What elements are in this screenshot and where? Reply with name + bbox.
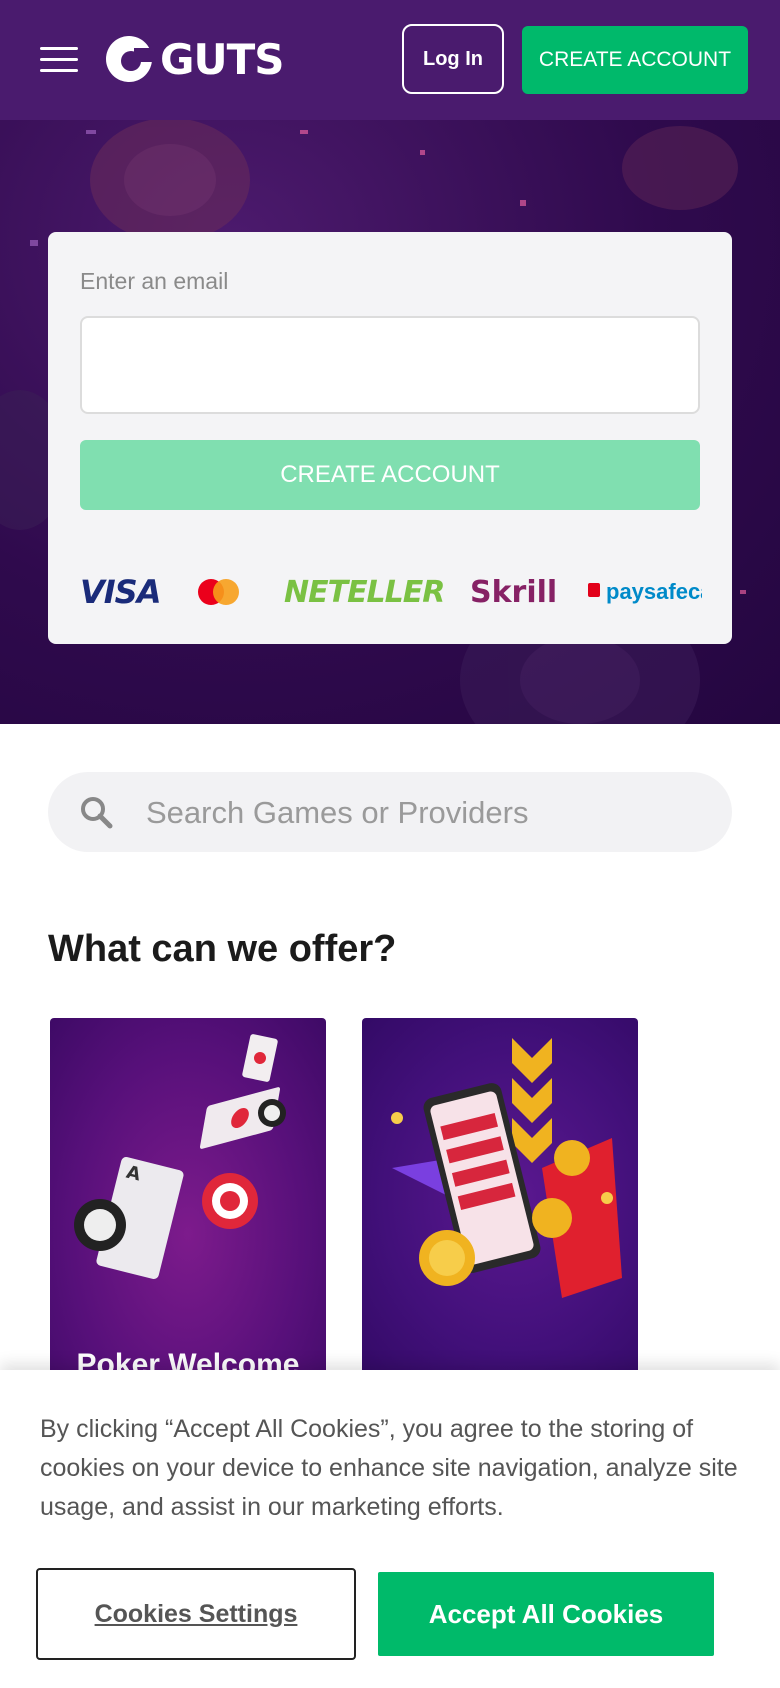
email-label: Enter an email bbox=[80, 268, 229, 294]
skrill-logo: Skrill bbox=[470, 574, 558, 610]
paysafecard-label: paysafecard bbox=[606, 579, 702, 604]
create-account-button[interactable]: CREATE ACCOUNT bbox=[522, 26, 748, 94]
signup-create-account-button[interactable]: CREATE ACCOUNT bbox=[80, 440, 700, 510]
search-bar bbox=[48, 772, 732, 852]
guts-logo[interactable]: GUTS bbox=[104, 34, 284, 84]
guts-logo-icon bbox=[106, 36, 154, 82]
poker-cards-art: A bbox=[74, 1034, 286, 1280]
payment-methods: VISA NETELLER Skrill paysafecard bbox=[80, 570, 702, 614]
menu-icon[interactable] bbox=[40, 47, 78, 73]
cookie-consent-text: By clicking “Accept All Cookies”, you ag… bbox=[40, 1415, 738, 1521]
accept-all-cookies-button[interactable]: Accept All Cookies bbox=[378, 1572, 714, 1656]
section-title: What can we offer? bbox=[48, 928, 397, 970]
search-input[interactable] bbox=[144, 782, 708, 844]
visa-logo: VISA bbox=[80, 573, 161, 611]
offer-card-game-of-guts[interactable] bbox=[362, 1018, 638, 1378]
cookies-settings-button[interactable]: Cookies Settings bbox=[36, 1568, 356, 1660]
offer-card-poker-welcome[interactable]: A Poker Welcome bbox=[50, 1018, 326, 1378]
neteller-logo: NETELLER bbox=[284, 574, 445, 610]
hero-banner: Enter an email CREATE ACCOUNT VISA NETEL… bbox=[0, 120, 780, 724]
login-button[interactable]: Log In bbox=[402, 24, 504, 94]
mastercard-logo bbox=[198, 570, 242, 614]
top-header: GUTS Log In CREATE ACCOUNT bbox=[0, 0, 780, 120]
search-icon[interactable] bbox=[78, 794, 114, 830]
email-input[interactable] bbox=[80, 316, 700, 414]
lock-icon bbox=[588, 583, 600, 597]
game-of-guts-art bbox=[391, 1038, 622, 1298]
brand-name: GUTS bbox=[160, 34, 284, 84]
cookie-banner: By clicking “Accept All Cookies”, you ag… bbox=[0, 1370, 780, 1688]
paysafecard-logo: paysafecard bbox=[588, 570, 702, 614]
signup-card: Enter an email CREATE ACCOUNT VISA NETEL… bbox=[48, 232, 732, 644]
